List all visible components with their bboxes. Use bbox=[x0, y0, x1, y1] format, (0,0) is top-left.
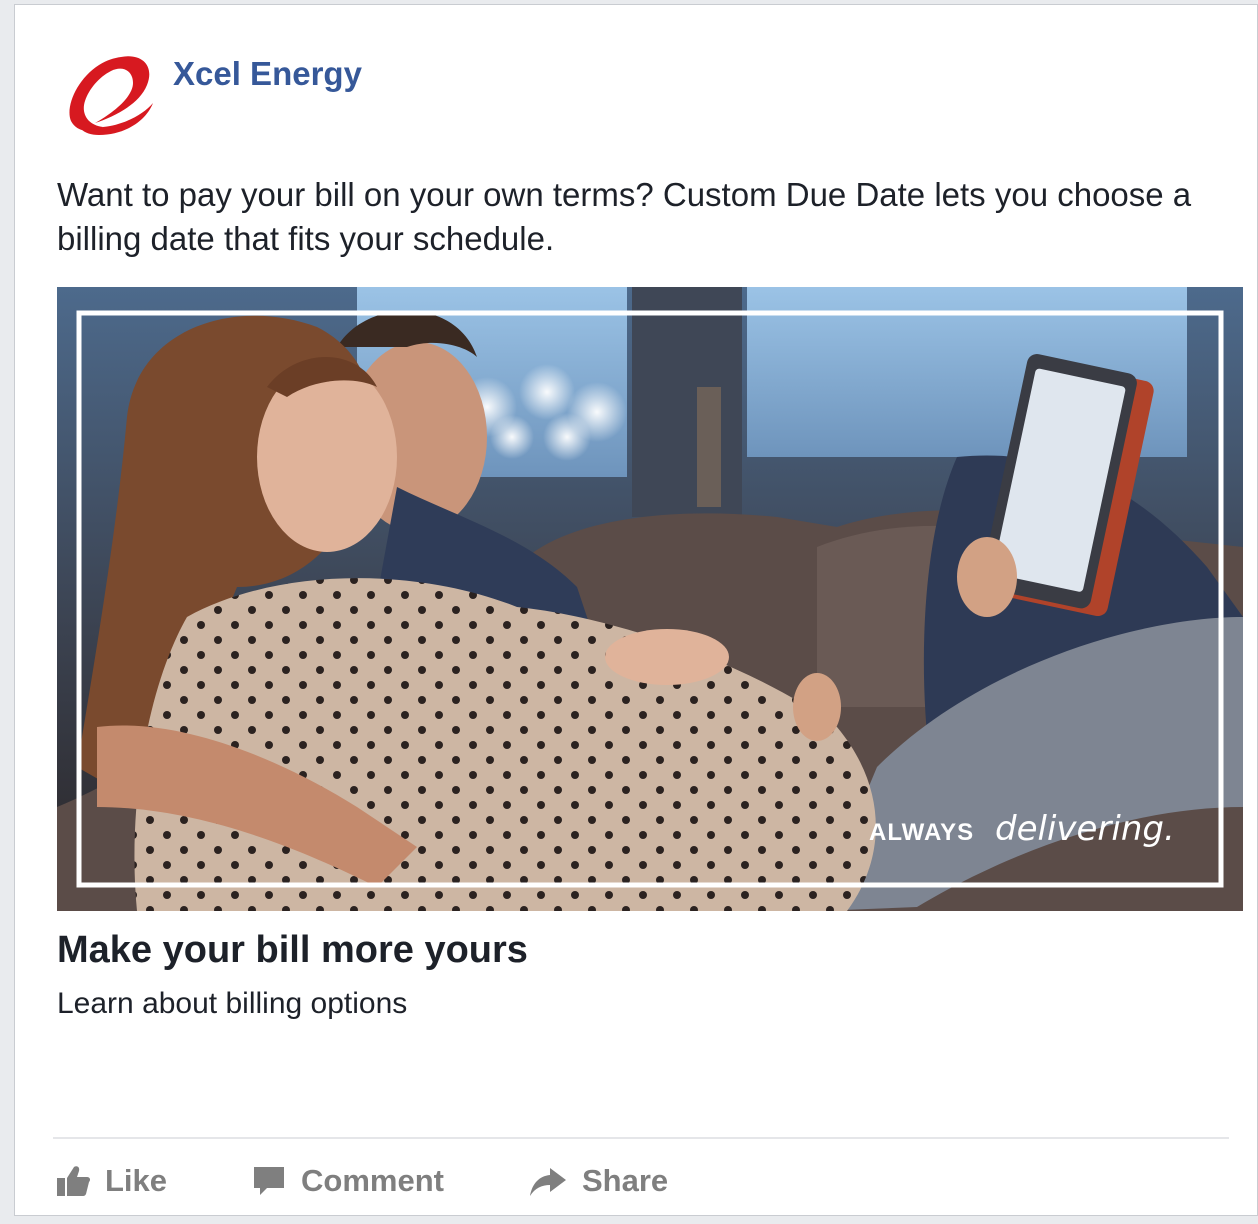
image-tagline-emphasis: delivering. bbox=[995, 809, 1175, 849]
link-description[interactable]: Learn about billing options bbox=[57, 987, 407, 1021]
comment-icon bbox=[254, 1167, 285, 1195]
comment-label: Comment bbox=[301, 1163, 444, 1198]
share-label: Share bbox=[581, 1163, 669, 1198]
post-text: Want to pay your bill on your own terms?… bbox=[57, 176, 1192, 257]
thumbs-up-icon bbox=[57, 1166, 91, 1196]
comment-button[interactable]: Comment bbox=[251, 1163, 444, 1199]
action-bar: Like Comment Share bbox=[55, 1155, 752, 1207]
like-label: Like bbox=[105, 1163, 168, 1198]
image-tagline-prefix: ALWAYS bbox=[869, 819, 974, 846]
post-card: Xcel Energy Want to pay your bill on you… bbox=[14, 4, 1258, 1216]
divider bbox=[53, 1137, 1229, 1139]
share-arrow-icon bbox=[529, 1168, 566, 1196]
page-name-link[interactable]: Xcel Energy bbox=[173, 55, 362, 93]
link-title[interactable]: Make your bill more yours bbox=[57, 929, 528, 972]
like-button[interactable]: Like bbox=[55, 1163, 167, 1199]
xcel-logo-icon[interactable] bbox=[63, 49, 159, 141]
share-button[interactable]: Share bbox=[528, 1163, 668, 1199]
post-image[interactable]: ALWAYS delivering. bbox=[57, 287, 1243, 911]
